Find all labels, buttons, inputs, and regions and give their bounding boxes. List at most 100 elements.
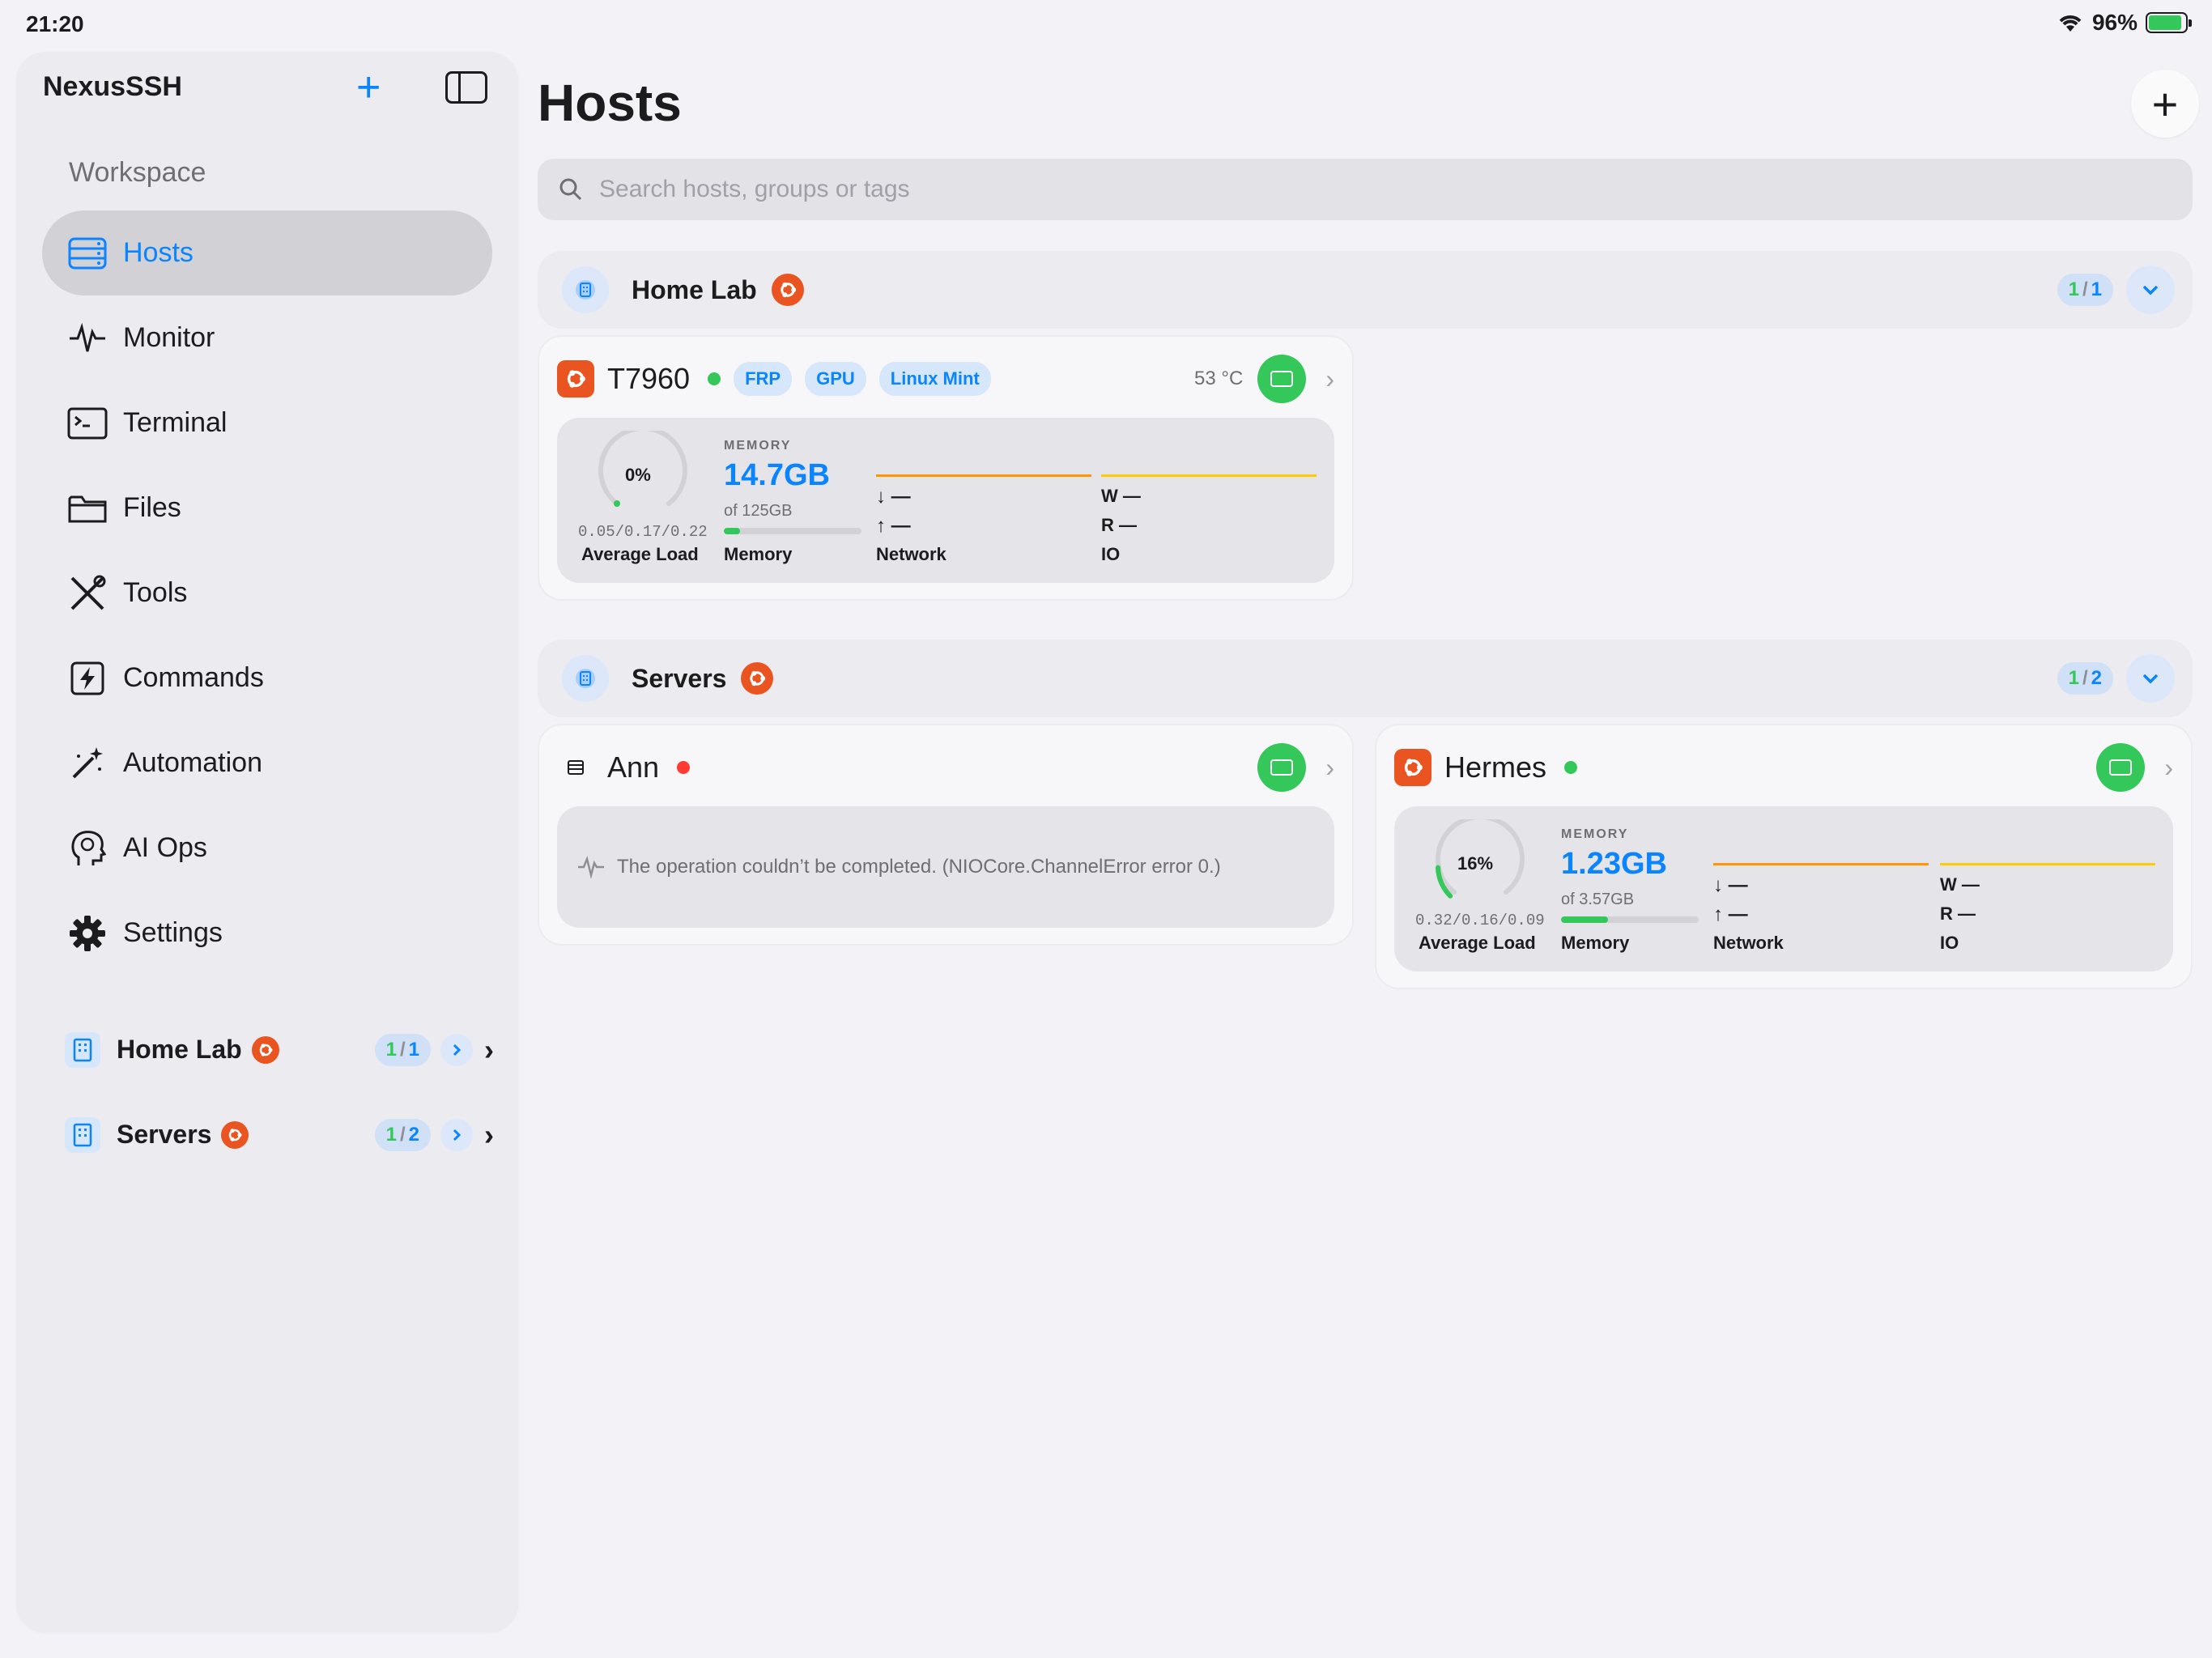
ubuntu-icon [741, 662, 774, 695]
sidebar-item-terminal[interactable]: Terminal [42, 380, 492, 466]
terminal-icon [2109, 759, 2133, 776]
label-io: IO [1940, 933, 1959, 953]
tag-badge[interactable]: GPU [805, 362, 866, 396]
chevron-right-icon[interactable]: › [1325, 753, 1334, 783]
sidebar-group-home-lab[interactable]: Home Lab 1/1 › [65, 1007, 494, 1092]
building-icon [65, 1031, 100, 1068]
host-count-badge: 1/1 [374, 1033, 431, 1066]
io-read: R — [1101, 515, 1138, 535]
add-button[interactable]: + [2131, 70, 2199, 138]
terminal-icon [1270, 759, 1294, 776]
io-sparkline [1940, 863, 2155, 865]
wifi-icon [2059, 15, 2082, 32]
memory-caption: MEMORY [1561, 827, 1629, 841]
label-memory: Memory [724, 544, 793, 564]
server-icon [557, 749, 594, 786]
magic-wand-icon [66, 742, 108, 784]
building-icon [562, 655, 609, 702]
terminal-icon [66, 402, 108, 444]
stats-panel: 0% 0.05/0.17/0.22 Average Load MEMORY 14… [557, 418, 1334, 583]
tag-badge[interactable]: FRP [734, 362, 793, 396]
host-name: Ann [607, 750, 660, 784]
disclosure-arrow-icon[interactable]: › [484, 1033, 494, 1067]
search-input[interactable] [599, 176, 2057, 203]
sidebar-nav: Hosts Monitor Terminal Files Tools Comma… [42, 210, 492, 976]
chevron-down-icon[interactable] [2126, 654, 2175, 703]
net-up: ↑ — [876, 515, 911, 537]
sidebar-item-settings[interactable]: Settings [42, 891, 492, 976]
stats-panel: 16% 0.32/0.16/0.09 Average Load MEMORY 1… [1394, 806, 2173, 971]
ubuntu-icon [251, 1035, 279, 1064]
open-terminal-button[interactable] [1257, 743, 1307, 792]
sidebar-item-automation[interactable]: Automation [42, 721, 492, 806]
error-panel: The operation couldn’t be completed. (NI… [557, 806, 1334, 928]
sidebar-item-label: AI Ops [123, 832, 207, 863]
chevron-down-icon[interactable] [2126, 266, 2175, 314]
load-average-values: 0.05/0.17/0.22 [578, 523, 708, 541]
sidebar-item-monitor[interactable]: Monitor [42, 295, 492, 380]
chevron-right-icon[interactable]: › [1325, 364, 1334, 394]
app-title: NexusSSH [43, 71, 182, 102]
host-card-ann[interactable]: Ann › The operation couldn’t be complete… [538, 724, 1354, 946]
cpu-percent: 16% [1457, 853, 1494, 874]
disclosure-arrow-icon[interactable]: › [484, 1118, 494, 1152]
group-header-home-lab[interactable]: Home Lab 1/1 [538, 251, 2193, 329]
host-card-t7960[interactable]: T7960 FRP GPU Linux Mint 53 °C › 0% 0.05… [538, 335, 1354, 601]
memory-total: of 3.57GB [1561, 891, 1635, 908]
memory-bar [724, 528, 861, 534]
sidebar-item-commands[interactable]: Commands [42, 636, 492, 721]
bolt-icon [66, 657, 108, 699]
search-bar [538, 159, 2193, 220]
tag-badge[interactable]: Linux Mint [878, 362, 991, 396]
network-sparkline [1713, 863, 1929, 865]
host-count-badge: 1/2 [374, 1118, 431, 1151]
sidebar-item-label: Commands [123, 662, 264, 693]
memory-total: of 125GB [724, 502, 793, 520]
brain-head-icon [66, 827, 108, 869]
sidebar-item-files[interactable]: Files [42, 466, 492, 551]
network-sparkline [876, 474, 1091, 477]
net-down: ↓ — [1713, 874, 1748, 896]
battery-percent: 96% [2091, 10, 2138, 35]
sidebar-item-ai-ops[interactable]: AI Ops [42, 806, 492, 891]
group-header-servers[interactable]: Servers 1/2 [538, 640, 2193, 717]
battery-icon [2146, 12, 2192, 33]
sidebar-item-hosts[interactable]: Hosts [42, 210, 492, 295]
server-icon [66, 232, 108, 274]
memory-used: 14.7GB [724, 458, 830, 492]
chevron-right-icon[interactable] [440, 1033, 473, 1066]
memory-used: 1.23GB [1561, 847, 1667, 881]
host-card-hermes[interactable]: Hermes › 16% 0.32/0.16/0.09 Average Load… [1375, 724, 2193, 989]
status-online-dot [708, 372, 721, 385]
group-name: Home Lab [117, 1035, 242, 1064]
folder-icon [66, 487, 108, 529]
io-sparkline [1101, 474, 1317, 477]
building-icon [562, 266, 609, 313]
ubuntu-icon [771, 274, 804, 306]
sidebar-group-servers[interactable]: Servers 1/2 › [65, 1092, 494, 1177]
ubuntu-icon [221, 1120, 249, 1149]
open-terminal-button[interactable] [1257, 355, 1307, 403]
label-memory: Memory [1561, 933, 1630, 953]
chevron-right-icon[interactable]: › [2164, 753, 2173, 783]
memory-caption: MEMORY [724, 439, 792, 453]
add-host-button[interactable]: + [356, 66, 381, 108]
open-terminal-button[interactable] [2096, 743, 2146, 792]
sidebar-toggle-icon[interactable] [445, 71, 487, 104]
waveform-icon [66, 317, 108, 359]
io-write: W — [1101, 486, 1141, 506]
temperature-readout: 53 °C [1194, 368, 1244, 389]
section-header-workspace: Workspace [69, 157, 206, 188]
status-online-dot [1564, 761, 1578, 774]
label-average-load: Average Load [581, 544, 699, 564]
host-name: T7960 [607, 362, 691, 395]
gear-icon [66, 912, 108, 954]
waveform-icon [578, 855, 604, 879]
sidebar-item-tools[interactable]: Tools [42, 551, 492, 636]
chevron-right-icon[interactable] [440, 1118, 473, 1151]
sidebar-item-label: Automation [123, 747, 262, 778]
sidebar-item-label: Terminal [123, 407, 228, 438]
terminal-icon [1270, 371, 1294, 387]
memory-bar [1561, 916, 1699, 923]
sidebar-item-label: Monitor [123, 322, 215, 353]
